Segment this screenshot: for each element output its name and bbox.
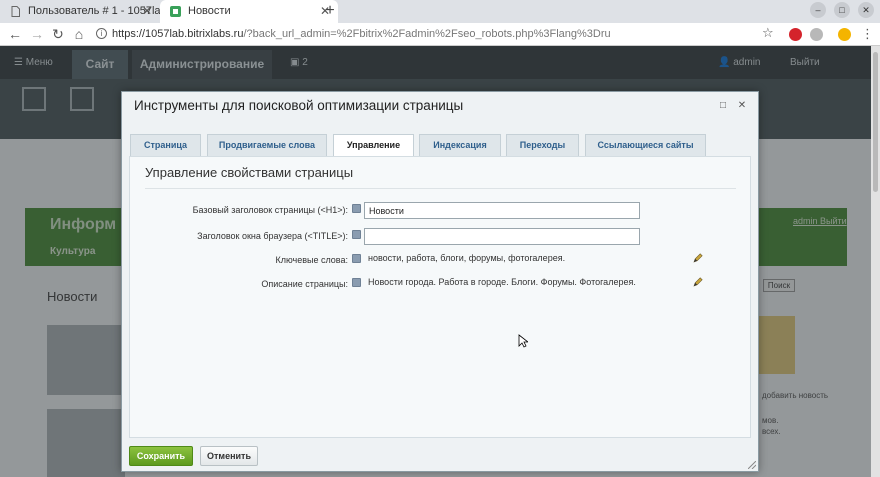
tab-keywords[interactable]: Продвигаемые слова <box>207 134 327 156</box>
minimize-icon[interactable]: – <box>810 2 826 18</box>
keywords-label: Ключевые слова: <box>275 255 348 265</box>
keywords-value: новости, работа, блоги, форумы, фотогале… <box>368 253 566 263</box>
seo-tools-dialog: Инструменты для поисковой оптимизации ст… <box>121 91 759 472</box>
tab-transitions[interactable]: Переходы <box>506 134 579 156</box>
browser-tabstrip: Пользователь # 1 - 1057lab.b ✕ Новости ✕… <box>0 0 880 23</box>
scrollbar-thumb[interactable] <box>873 52 878 192</box>
page-icon <box>11 6 20 17</box>
description-row: Описание страницы: Новости города. Работ… <box>130 276 750 296</box>
reload-icon[interactable]: ↻ <box>49 25 67 43</box>
close-tab-icon[interactable]: ✕ <box>142 0 152 23</box>
title-input[interactable] <box>364 228 640 245</box>
cancel-button[interactable]: Отменить <box>200 446 258 466</box>
browser-tab-title: Пользователь # 1 - 1057lab.b <box>28 5 160 17</box>
new-tab-button[interactable]: + <box>320 0 340 23</box>
bookmark-star-icon[interactable]: ☆ <box>762 25 774 41</box>
panel-title: Управление свойствами страницы <box>145 165 354 180</box>
resize-handle-icon[interactable] <box>748 461 756 469</box>
title-row: Заголовок окна браузера (<TITLE>): <box>130 228 750 248</box>
dialog-title: Инструменты для поисковой оптимизации ст… <box>134 98 464 113</box>
h1-row: Базовый заголовок страницы (<H1>): <box>130 202 750 222</box>
url-bar[interactable]: i https://1057lab.bitrixlabs.ru/?back_ur… <box>92 24 782 44</box>
browser-tab-user[interactable]: Пользователь # 1 - 1057lab.b ✕ <box>0 0 160 23</box>
edit-pencil-icon[interactable] <box>693 253 703 263</box>
edit-pencil-icon[interactable] <box>693 277 703 287</box>
help-icon[interactable] <box>352 278 361 287</box>
tab-page[interactable]: Страница <box>130 134 201 156</box>
h1-label: Базовый заголовок страницы (<H1>): <box>192 205 348 215</box>
back-icon[interactable]: ← <box>6 25 24 43</box>
maximize-icon[interactable]: □ <box>834 2 850 18</box>
close-icon[interactable]: ✕ <box>736 100 748 112</box>
expand-icon[interactable]: □ <box>717 100 729 112</box>
forward-icon[interactable]: → <box>28 25 46 43</box>
management-panel: Управление свойствами страницы Базовый з… <box>129 156 751 438</box>
help-icon[interactable] <box>352 254 361 263</box>
panel-divider <box>145 188 736 189</box>
url-path: /?back_url_admin=%2Fbitrix%2Fadmin%2Fseo… <box>243 28 611 40</box>
adblock-extension-icon[interactable] <box>789 28 802 41</box>
h1-input[interactable] <box>364 202 640 219</box>
tab-management[interactable]: Управление <box>333 134 414 157</box>
browser-menu-icon[interactable]: ⋮ <box>861 26 874 42</box>
address-toolbar: ← → ↻ ⌂ i https://1057lab.bitrixlabs.ru/… <box>0 23 880 46</box>
keywords-row: Ключевые слова: новости, работа, блоги, … <box>130 252 750 272</box>
url-host: https://1057lab.bitrixlabs.ru <box>112 28 244 40</box>
title-label: Заголовок окна браузера (<TITLE>): <box>197 231 348 241</box>
description-value: Новости города. Работа в городе. Блоги. … <box>368 277 636 287</box>
window-close-icon[interactable]: ✕ <box>858 2 874 18</box>
home-icon[interactable]: ⌂ <box>70 25 88 43</box>
mouse-cursor-icon <box>518 334 528 348</box>
help-icon[interactable] <box>352 204 361 213</box>
save-button[interactable]: Сохранить <box>129 446 193 466</box>
site-info-icon[interactable]: i <box>96 28 107 39</box>
browser-tab-title: Новости <box>188 5 231 17</box>
dialog-footer: Сохранить Отменить <box>122 438 758 472</box>
description-label: Описание страницы: <box>261 279 348 289</box>
extension-icon[interactable] <box>810 28 823 41</box>
site-favicon-icon <box>170 6 181 17</box>
tab-referring-sites[interactable]: Ссылающиеся сайты <box>585 134 706 156</box>
browser-tab-news[interactable]: Новости ✕ <box>160 0 338 23</box>
profile-avatar-icon[interactable] <box>838 28 851 41</box>
dialog-header[interactable]: Инструменты для поисковой оптимизации ст… <box>122 92 758 122</box>
help-icon[interactable] <box>352 230 361 239</box>
window-controls: – □ ✕ <box>810 2 874 18</box>
tab-indexing[interactable]: Индексация <box>419 134 501 156</box>
